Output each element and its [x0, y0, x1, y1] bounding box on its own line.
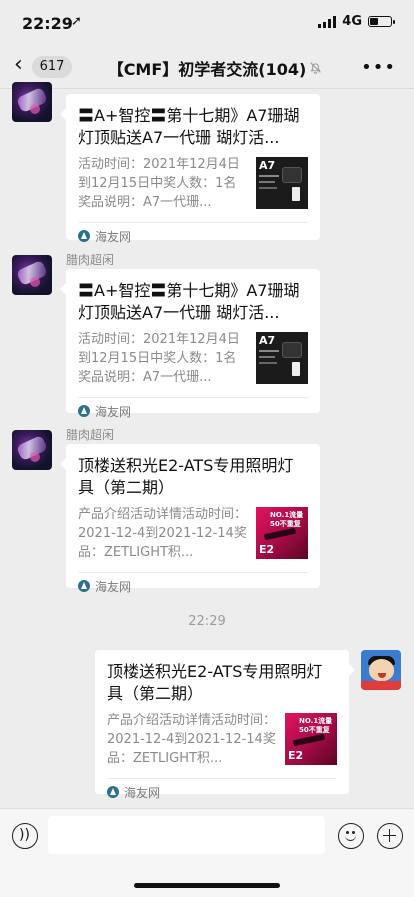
- thumb-label: A7: [259, 334, 276, 347]
- source-name: 海友网: [95, 404, 132, 419]
- avatar[interactable]: [12, 430, 52, 470]
- chevron-left-icon[interactable]: ‹: [14, 54, 23, 76]
- card-title: 顶楼送积光E2-ATS专用照明灯具（第二期）: [78, 456, 294, 497]
- bell-slash-icon: [310, 62, 321, 74]
- avatar[interactable]: [12, 255, 52, 295]
- emoji-icon[interactable]: [338, 823, 364, 849]
- ellipsis-icon[interactable]: •••: [361, 57, 396, 78]
- card-title: 顶楼送积光E2-ATS专用照明灯具（第二期）: [107, 662, 323, 703]
- card-source: 海友网: [78, 397, 308, 424]
- my-link-card[interactable]: 顶楼送积光E2-ATS专用照明灯具（第二期） 产品介绍活动详情活动时间：2021…: [95, 650, 355, 800]
- card-source: 海友网: [107, 778, 337, 805]
- link-card[interactable]: 顶楼送积光E2-ATS专用照明灯具（第二期） 产品介绍活动详情活动时间：2021…: [60, 444, 320, 594]
- card-title: 〓A+智控〓第十七期》A7珊瑚灯顶贴送A7一代珊 瑚灯活...: [78, 281, 300, 322]
- card-thumbnail: A7: [256, 157, 308, 209]
- card-source: 海友网: [78, 572, 308, 599]
- status-bar: 22:29 ➚ 4G: [0, 0, 414, 44]
- source-name: 海友网: [124, 785, 161, 800]
- voice-icon[interactable]: )): [12, 823, 38, 849]
- card-source: 海友网: [78, 222, 308, 249]
- card-thumbnail: NO.1流量 50不重复 E2: [256, 507, 308, 559]
- card-description: 活动时间：2021年12月4日到12月15日中奖人数：1名奖品说明：A7一代珊.…: [78, 157, 240, 210]
- my-avatar[interactable]: [361, 650, 401, 690]
- network-label: 4G: [342, 14, 362, 29]
- thumb-label: E2: [288, 749, 304, 762]
- card-thumbnail: A7: [256, 332, 308, 384]
- status-time: 22:29: [22, 14, 73, 33]
- card-title: 〓A+智控〓第十七期》A7珊瑚灯顶贴送A7一代珊 瑚灯活...: [78, 106, 300, 147]
- home-indicator: [134, 883, 280, 888]
- source-logo-icon: [78, 580, 90, 592]
- source-name: 海友网: [95, 579, 132, 594]
- source-name: 海友网: [95, 229, 132, 244]
- sender-name: 腊肉超闲: [66, 253, 115, 267]
- sender-name: 腊肉超闲: [66, 428, 115, 442]
- message-timestamp: 22:29: [188, 614, 226, 629]
- card-description: 产品介绍活动详情活动时间：2021-12-4到2021-12-14奖品：ZETL…: [78, 507, 248, 560]
- message-input[interactable]: [48, 816, 325, 854]
- battery-icon: [368, 16, 395, 27]
- link-card[interactable]: 〓A+智控〓第十七期》A7珊瑚灯顶贴送A7一代珊 瑚灯活... 活动时间：202…: [60, 94, 320, 244]
- chat-title[interactable]: 【CMF】初学者交流(104): [96, 56, 318, 80]
- unread-badge[interactable]: 617: [32, 56, 72, 78]
- thumb-text: 50不重复: [270, 520, 301, 528]
- card-thumbnail: NO.1流量 50不重复 E2: [285, 713, 337, 765]
- thumb-label: E2: [259, 543, 275, 556]
- location-arrow-icon: ➚: [71, 14, 82, 29]
- thumb-label: A7: [259, 159, 276, 172]
- avatar[interactable]: [12, 82, 52, 122]
- source-logo-icon: [78, 230, 90, 242]
- source-logo-icon: [78, 405, 90, 417]
- thumb-text: 50不重复: [299, 726, 330, 734]
- card-description: 活动时间：2021年12月4日到12月15日中奖人数：1名奖品说明：A7一代珊.…: [78, 332, 240, 385]
- plus-icon[interactable]: [377, 823, 403, 849]
- signal-icon: [318, 15, 337, 28]
- chat-header: ‹ 617 【CMF】初学者交流(104) •••: [0, 44, 414, 89]
- card-description: 产品介绍活动详情活动时间：2021-12-4到2021-12-14奖品：ZETL…: [107, 713, 277, 766]
- source-logo-icon: [107, 786, 119, 798]
- link-card[interactable]: 〓A+智控〓第十七期》A7珊瑚灯顶贴送A7一代珊 瑚灯活... 活动时间：202…: [60, 269, 320, 419]
- status-right: 4G: [318, 14, 395, 29]
